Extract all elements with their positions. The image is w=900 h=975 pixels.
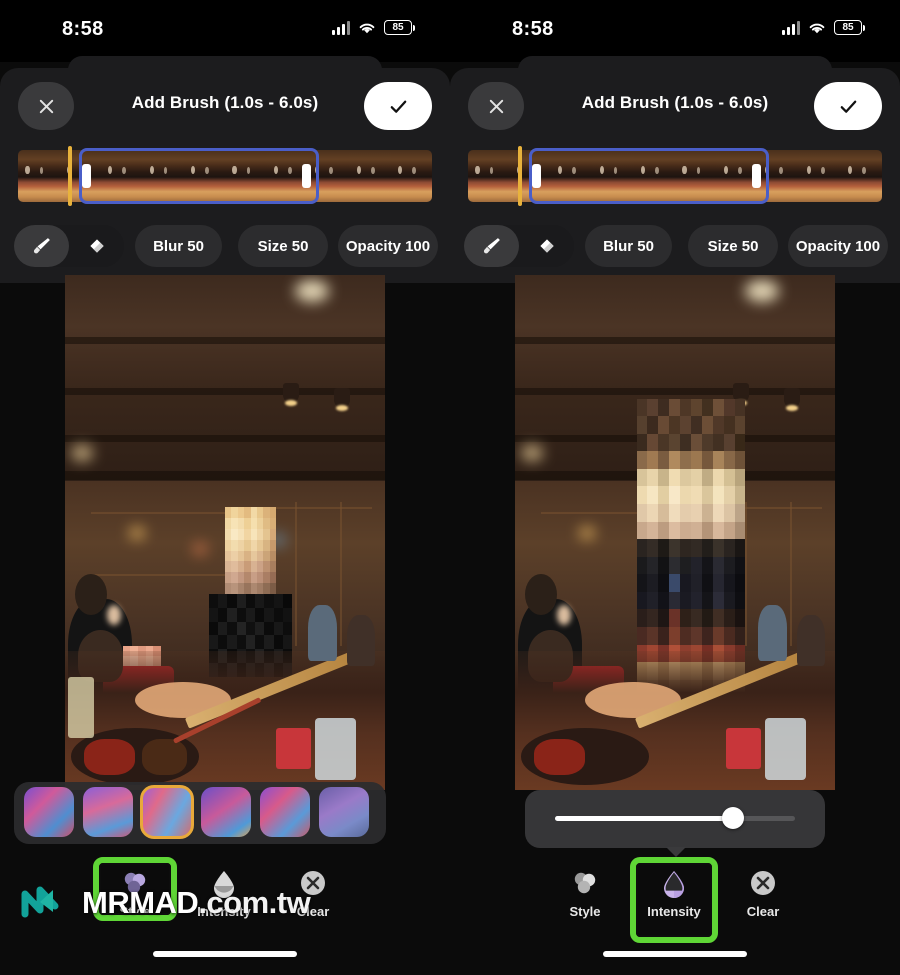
intensity-slider[interactable] xyxy=(555,807,795,829)
mrmad-logo-icon xyxy=(21,886,59,918)
wifi-icon xyxy=(809,23,825,33)
left-panel: 8:58 85 Add Brush (1.0s - 6.0s) Blur 50 … xyxy=(0,0,450,975)
done-button[interactable] xyxy=(364,82,432,130)
brush-toolbar: Blur 50 Size 50 Opacity 100 xyxy=(450,225,900,267)
opacity-value-button[interactable]: Opacity 100 xyxy=(338,225,438,267)
timeline-playhead[interactable] xyxy=(518,146,522,206)
screenshot-root: 8:58 85 Add Brush (1.0s - 6.0s) Blur 50 … xyxy=(0,0,900,975)
trim-handle-left[interactable] xyxy=(532,164,541,188)
status-bar: 8:58 85 xyxy=(450,0,900,62)
video-preview[interactable] xyxy=(65,275,385,790)
right-panel: 8:58 85 Add Brush (1.0s - 6.0s) Blur 50 … xyxy=(450,0,900,975)
wifi-icon xyxy=(359,23,375,33)
tab-style[interactable]: Style xyxy=(541,860,629,930)
clear-x-icon xyxy=(746,866,780,900)
status-bar: 8:58 85 xyxy=(0,0,450,62)
brush-toolbar: Blur 50 Size 50 Opacity 100 xyxy=(0,225,450,267)
size-value-button[interactable]: Size 50 xyxy=(688,225,778,267)
watermark: MRMAD.com.tw xyxy=(20,880,311,926)
battery-icon: 85 xyxy=(834,20,865,35)
timeline-selection-range[interactable] xyxy=(529,148,769,204)
blur-value-button[interactable]: Blur 50 xyxy=(585,225,672,267)
tab-label: Clear xyxy=(746,904,780,919)
timeline-playhead[interactable] xyxy=(68,146,72,206)
style-thumbnail[interactable] xyxy=(24,787,74,837)
sheet-header: Add Brush (1.0s - 6.0s) xyxy=(450,82,900,130)
brush-eraser-toggle[interactable] xyxy=(14,225,124,267)
tab-clear[interactable]: Clear xyxy=(719,860,807,930)
done-button[interactable] xyxy=(814,82,882,130)
home-indicator xyxy=(603,951,747,957)
style-circles-icon xyxy=(568,866,602,900)
opacity-value-button[interactable]: Opacity 100 xyxy=(788,225,888,267)
sheet-header: Add Brush (1.0s - 6.0s) xyxy=(0,82,450,130)
battery-level: 85 xyxy=(392,21,404,33)
trim-handle-right[interactable] xyxy=(752,164,761,188)
brush-eraser-toggle[interactable] xyxy=(464,225,574,267)
brush-icon xyxy=(483,238,500,254)
cellular-signal-icon xyxy=(332,20,350,35)
blur-value-button[interactable]: Blur 50 xyxy=(135,225,222,267)
timeline-selection-range[interactable] xyxy=(79,148,319,204)
trim-handle-right[interactable] xyxy=(302,164,311,188)
size-value-button[interactable]: Size 50 xyxy=(238,225,328,267)
cellular-signal-icon xyxy=(782,20,800,35)
annotation-highlight-intensity xyxy=(630,857,718,943)
style-thumbnail[interactable] xyxy=(319,787,369,837)
tab-label: Style xyxy=(569,904,601,919)
video-preview[interactable] xyxy=(515,275,835,790)
style-thumbnail[interactable] xyxy=(260,787,310,837)
trim-handle-left[interactable] xyxy=(82,164,91,188)
intensity-slider-fill xyxy=(555,816,733,821)
status-icons: 85 xyxy=(782,20,865,35)
style-thumbnail[interactable] xyxy=(83,787,133,837)
brush-tool-button[interactable] xyxy=(14,225,69,267)
eraser-tool-button[interactable] xyxy=(69,225,124,267)
style-thumbnail-list xyxy=(24,785,369,839)
checkmark-icon xyxy=(390,100,406,113)
style-thumbnail-selected[interactable] xyxy=(140,785,194,839)
eraser-icon xyxy=(89,239,104,253)
brush-icon xyxy=(33,238,50,254)
brush-tool-button[interactable] xyxy=(464,225,519,267)
intensity-slider-popover xyxy=(525,790,825,857)
style-thumbnail[interactable] xyxy=(201,787,251,837)
status-time: 8:58 xyxy=(62,18,104,40)
battery-icon: 85 xyxy=(384,20,415,35)
eraser-icon xyxy=(539,239,554,253)
home-indicator xyxy=(153,951,297,957)
blur-region-face xyxy=(225,506,277,595)
battery-level: 85 xyxy=(842,21,854,33)
status-time: 8:58 xyxy=(512,18,554,40)
intensity-slider-thumb[interactable] xyxy=(721,807,744,829)
watermark-text: MRMAD.com.tw xyxy=(82,885,311,920)
status-icons: 85 xyxy=(332,20,415,35)
checkmark-icon xyxy=(840,100,856,113)
eraser-tool-button[interactable] xyxy=(519,225,574,267)
